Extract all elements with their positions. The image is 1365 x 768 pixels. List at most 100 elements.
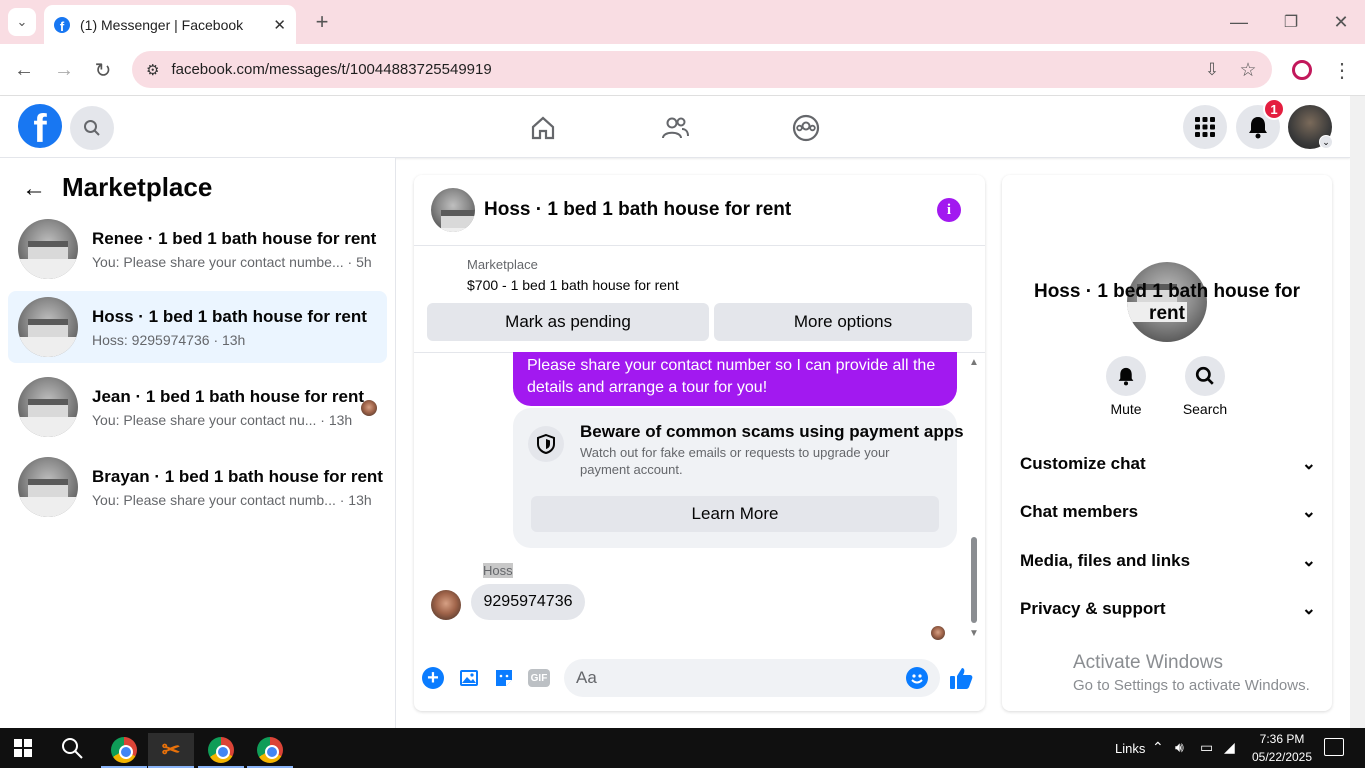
page-scrollbar[interactable] bbox=[1350, 96, 1365, 728]
conversation-preview: You: Please share your contact numbe... … bbox=[92, 253, 372, 270]
read-receipt-avatar bbox=[931, 626, 945, 640]
network-icon[interactable]: ◢ bbox=[1224, 739, 1235, 756]
reload-button[interactable]: ↻ bbox=[89, 56, 117, 84]
bell-icon bbox=[1249, 117, 1267, 139]
shield-icon bbox=[528, 426, 564, 462]
notification-center-icon[interactable] bbox=[1324, 738, 1344, 756]
taskbar-chrome-app[interactable] bbox=[247, 733, 293, 768]
emoji-icon[interactable] bbox=[906, 667, 928, 689]
groups-nav-button[interactable] bbox=[785, 108, 827, 148]
seen-avatar bbox=[361, 400, 377, 416]
home-icon bbox=[531, 116, 555, 140]
more-options-button[interactable]: More options bbox=[714, 303, 972, 341]
marketplace-heading: Marketplace bbox=[62, 172, 213, 202]
new-tab-button[interactable]: + bbox=[308, 8, 336, 36]
close-window-button[interactable]: ✕ bbox=[1326, 8, 1356, 36]
groups-icon bbox=[792, 114, 820, 142]
friends-nav-button[interactable] bbox=[654, 108, 696, 148]
chat-members-section[interactable]: Chat members ⌄ bbox=[1020, 502, 1316, 522]
back-arrow-icon[interactable]: ← bbox=[22, 175, 46, 203]
volume-icon[interactable]: 🔊︎ bbox=[1175, 739, 1184, 756]
scam-warning-title: Beware of common scams using payment app… bbox=[580, 422, 964, 441]
menu-button[interactable] bbox=[1183, 105, 1227, 149]
listing-thumbnail bbox=[18, 377, 78, 437]
search-in-chat-button[interactable] bbox=[1185, 356, 1225, 396]
search-icon[interactable] bbox=[60, 736, 84, 760]
conversation-preview: Hoss: 9295974736 · 13h bbox=[92, 331, 246, 348]
grid-menu-icon bbox=[1195, 117, 1215, 137]
customize-chat-section[interactable]: Customize chat ⌄ bbox=[1020, 454, 1316, 474]
divider bbox=[414, 245, 985, 246]
chevron-down-icon[interactable]: ⌄ bbox=[1319, 135, 1333, 149]
tab-title: (1) Messenger | Facebook bbox=[80, 16, 244, 33]
mute-button[interactable] bbox=[1106, 356, 1146, 396]
search-button[interactable] bbox=[70, 106, 114, 150]
media-files-links-section[interactable]: Media, files and links ⌄ bbox=[1020, 551, 1316, 571]
conversation-item-selected[interactable]: Hoss · 1 bed 1 bath house for rent Hoss:… bbox=[8, 291, 387, 363]
sticker-icon[interactable] bbox=[493, 667, 515, 689]
clock-time[interactable]: 7:36 PM bbox=[1250, 732, 1314, 746]
chrome-icon bbox=[257, 736, 283, 763]
listing-title[interactable]: $700 - 1 bed 1 bath house for rent bbox=[467, 277, 679, 293]
taskbar-snipping-app[interactable]: ✂ bbox=[148, 733, 194, 768]
scroll-down-arrow-icon[interactable]: ▼ bbox=[969, 628, 979, 639]
plus-icon[interactable]: + bbox=[422, 667, 444, 689]
taskbar-chrome-app[interactable] bbox=[198, 733, 244, 768]
profile-icon[interactable] bbox=[1292, 60, 1312, 80]
conversation-name: Renee · 1 bed 1 bath house for rent bbox=[92, 228, 377, 248]
chat-avatar[interactable] bbox=[431, 188, 475, 232]
battery-icon[interactable]: ▭ bbox=[1200, 739, 1213, 756]
home-nav-button[interactable] bbox=[522, 108, 564, 148]
chevron-down-icon: ⌄ bbox=[1301, 599, 1316, 618]
conversation-preview: You: Please share your contact numb... ·… bbox=[92, 491, 372, 508]
install-app-icon[interactable]: ⇩ bbox=[1200, 58, 1224, 82]
photo-icon[interactable] bbox=[458, 667, 480, 689]
activate-windows-title: Activate Windows bbox=[1073, 652, 1223, 673]
listing-thumbnail bbox=[18, 219, 78, 279]
minimize-button[interactable]: — bbox=[1224, 8, 1254, 36]
address-bar[interactable]: ⚙ facebook.com/messages/t/10044883725549… bbox=[132, 51, 1272, 88]
facebook-logo[interactable]: f bbox=[18, 104, 62, 148]
back-button[interactable]: ← bbox=[10, 56, 38, 84]
gif-icon[interactable]: GIF bbox=[528, 669, 550, 687]
conversation-name: Hoss · 1 bed 1 bath house for rent bbox=[92, 306, 367, 326]
listing-source: Marketplace bbox=[467, 257, 538, 272]
browser-menu-icon[interactable]: ⋮ bbox=[1330, 58, 1354, 82]
bell-icon bbox=[1118, 367, 1134, 386]
scroll-up-arrow-icon[interactable]: ▲ bbox=[969, 357, 979, 368]
forward-button[interactable]: → bbox=[50, 56, 78, 84]
site-info-icon[interactable]: ⚙ bbox=[146, 61, 159, 79]
chat-details-panel bbox=[1002, 175, 1332, 711]
received-message-bubble: 9295974736 bbox=[471, 584, 585, 620]
info-icon[interactable]: i bbox=[937, 198, 961, 222]
tab-search-button[interactable]: ⌄ bbox=[8, 8, 36, 36]
learn-more-button[interactable]: Learn More bbox=[531, 496, 939, 532]
conversation-item[interactable]: Brayan · 1 bed 1 bath house for rent You… bbox=[8, 451, 387, 523]
url-text: facebook.com/messages/t/1004488372554991… bbox=[171, 61, 492, 78]
tab-close-icon[interactable]: ✕ bbox=[273, 16, 286, 34]
friends-icon bbox=[662, 117, 689, 139]
maximize-button[interactable]: ❐ bbox=[1276, 8, 1306, 36]
links-toolbar[interactable]: Links bbox=[1115, 741, 1145, 756]
windows-start-icon[interactable] bbox=[14, 739, 32, 757]
facebook-favicon-icon: f bbox=[54, 16, 70, 33]
chat-scrollbar[interactable] bbox=[971, 537, 977, 623]
chevron-down-icon: ⌄ bbox=[1301, 454, 1316, 473]
conversation-item[interactable]: Jean · 1 bed 1 bath house for rent You: … bbox=[8, 371, 387, 443]
bookmark-star-icon[interactable]: ☆ bbox=[1236, 58, 1260, 82]
clock-date[interactable]: 05/22/2025 bbox=[1246, 750, 1318, 764]
taskbar-chrome-app[interactable] bbox=[101, 733, 147, 768]
browser-tab[interactable]: f (1) Messenger | Facebook ✕ bbox=[44, 5, 296, 44]
chat-title[interactable]: Hoss · 1 bed 1 bath house for rent bbox=[484, 199, 791, 221]
conversation-name: Jean · 1 bed 1 bath house for rent bbox=[92, 386, 365, 406]
thumbs-up-icon[interactable] bbox=[948, 665, 974, 691]
mark-pending-button[interactable]: Mark as pending bbox=[427, 303, 709, 341]
show-hidden-icons-icon[interactable]: ⌃ bbox=[1152, 739, 1164, 756]
activate-windows-subtitle: Go to Settings to activate Windows. bbox=[1073, 677, 1310, 694]
details-title: Hoss · 1 bed 1 bath house for rent bbox=[1033, 281, 1301, 324]
conversation-item[interactable]: Renee · 1 bed 1 bath house for rent You:… bbox=[8, 213, 387, 285]
sender-avatar[interactable] bbox=[431, 590, 461, 620]
message-input[interactable]: Aa bbox=[564, 659, 940, 697]
privacy-support-section[interactable]: Privacy & support ⌄ bbox=[1020, 599, 1316, 619]
notification-badge: 1 bbox=[1263, 98, 1285, 120]
